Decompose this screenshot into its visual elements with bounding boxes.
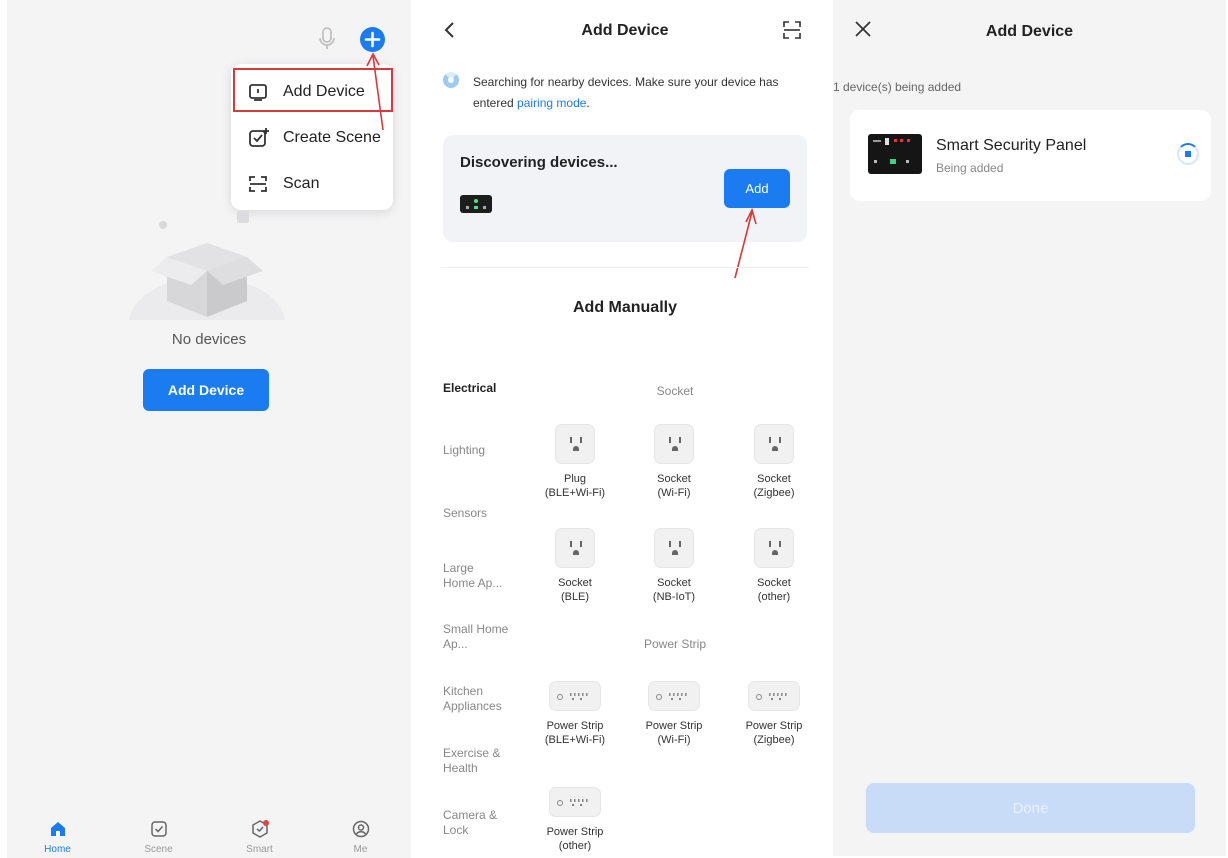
add-manually-title: Add Manually (572, 299, 677, 316)
product-name: Power Strip (Zigbee) (724, 719, 824, 747)
device-name: Smart Security Panel (936, 137, 1087, 154)
socket-thumbnail-icon (555, 424, 595, 464)
socket-thumbnail-icon (654, 424, 694, 464)
product-name-line2: (NB-IoT) (652, 591, 696, 603)
socket-thumbnail-icon (654, 528, 694, 568)
power-strip-thumbnail-icon (648, 681, 700, 711)
loading-spinner-icon (1177, 143, 1199, 165)
product-name-line2: (Wi-Fi) (657, 487, 691, 499)
section-socket-heading: Socket (656, 384, 694, 398)
tab-label-smart: Smart (246, 844, 273, 855)
product-socket-ble[interactable]: Socket (BLE) (525, 528, 625, 604)
home-screen: Add Device Create Scene Scan No devices … (7, 0, 411, 858)
product-name: Plug (BLE+Wi-Fi) (525, 472, 625, 500)
product-name-line2: (Zigbee) (753, 734, 795, 746)
home-icon (48, 819, 68, 839)
category-kitchen-appliances[interactable]: Kitchen Appliances (443, 684, 515, 714)
product-socket-wifi[interactable]: Socket (Wi-Fi) (624, 424, 724, 500)
empty-state-text: No devices (171, 331, 247, 348)
smart-icon (250, 819, 270, 839)
product-name: Power Strip (other) (525, 825, 625, 853)
product-name: Power Strip (Wi-Fi) (624, 719, 724, 747)
product-name-line1: Socket (558, 577, 592, 589)
category-electrical[interactable]: Electrical (443, 381, 523, 396)
profile-icon (351, 819, 371, 839)
tab-smart[interactable]: Smart (209, 813, 310, 858)
product-power-strip-zigbee[interactable]: Power Strip (Zigbee) (724, 681, 824, 747)
power-strip-thumbnail-icon (748, 681, 800, 711)
tab-home[interactable]: Home (7, 813, 108, 858)
adding-device-card: Smart Security Panel Being added (850, 110, 1211, 201)
annotation-arrow (734, 207, 757, 279)
done-button[interactable]: Done (866, 783, 1195, 833)
product-name-line2: (BLE+Wi-Fi) (544, 487, 606, 499)
tab-scene[interactable]: Scene (108, 813, 209, 858)
product-name: Socket (NB-IoT) (624, 576, 724, 604)
product-name-line1: Plug (563, 473, 587, 485)
tab-label-me: Me (353, 844, 368, 855)
category-large-home-appliances[interactable]: Large Home Ap... (443, 561, 509, 591)
device-thumbnail (868, 134, 922, 174)
power-strip-thumbnail-icon (549, 681, 601, 711)
adding-count-text: 1 device(s) being added (833, 80, 962, 94)
product-power-strip-wifi[interactable]: Power Strip (Wi-Fi) (624, 681, 724, 747)
socket-thumbnail-icon (754, 424, 794, 464)
product-name-line1: Power Strip (745, 720, 803, 732)
add-device-screen: Add Device Searching for nearby devices.… (425, 0, 825, 858)
tab-label-home: Home (44, 844, 71, 855)
product-name-line2: (BLE) (560, 591, 590, 603)
category-exercise-health[interactable]: Exercise & Health (443, 746, 509, 776)
product-name: Power Strip (BLE+Wi-Fi) (525, 719, 625, 747)
product-name: Socket (Zigbee) (724, 472, 824, 500)
empty-box-illustration (127, 205, 287, 320)
scene-check-icon (149, 819, 169, 839)
product-socket-zigbee[interactable]: Socket (Zigbee) (724, 424, 824, 500)
category-small-home-appliances[interactable]: Small Home Ap... (443, 622, 509, 652)
product-socket-nb-iot[interactable]: Socket (NB-IoT) (624, 528, 724, 604)
section-power-strip-heading: Power Strip (643, 637, 707, 651)
product-name-line1: Power Strip (546, 720, 604, 732)
product-name-line2: (Wi-Fi) (657, 734, 691, 746)
product-power-strip-ble-wifi[interactable]: Power Strip (BLE+Wi-Fi) (525, 681, 625, 747)
product-plug-ble-wifi[interactable]: Plug (BLE+Wi-Fi) (525, 424, 625, 500)
power-strip-thumbnail-icon (549, 787, 601, 817)
product-name-line1: Socket (757, 473, 791, 485)
product-name-line2: (Zigbee) (753, 487, 795, 499)
divider (441, 267, 809, 268)
product-name-line1: Socket (657, 473, 691, 485)
device-status: Being added (936, 161, 1004, 175)
category-camera-lock[interactable]: Camera & Lock (443, 808, 509, 838)
annotation-arrow (366, 52, 384, 131)
page-title: Add Device (985, 23, 1074, 40)
add-device-button[interactable]: Add Device (143, 369, 269, 411)
product-name-line1: Socket (657, 577, 691, 589)
socket-thumbnail-icon (555, 528, 595, 568)
product-name: Socket (Wi-Fi) (624, 472, 724, 500)
product-name-line1: Power Strip (645, 720, 703, 732)
product-name-line2: (BLE+Wi-Fi) (544, 734, 606, 746)
adding-device-screen: Add Device 1 device(s) being added Smart… (833, 0, 1226, 856)
product-name: Socket (BLE) (525, 576, 625, 604)
product-name-line1: Power Strip (546, 826, 604, 838)
product-power-strip-other[interactable]: Power Strip (other) (525, 787, 625, 853)
socket-thumbnail-icon (754, 528, 794, 568)
tab-me[interactable]: Me (310, 813, 411, 858)
product-name-line2: (other) (757, 591, 791, 603)
tab-label-scene: Scene (144, 844, 173, 855)
product-name-line1: Socket (757, 577, 791, 589)
category-sensors[interactable]: Sensors (443, 506, 523, 521)
product-name: Socket (other) (724, 576, 824, 604)
category-lighting[interactable]: Lighting (443, 443, 523, 458)
product-socket-other[interactable]: Socket (other) (724, 528, 824, 604)
product-name-line2: (other) (558, 840, 592, 852)
bottom-tab-bar: Home Scene Smart Me (7, 813, 411, 858)
